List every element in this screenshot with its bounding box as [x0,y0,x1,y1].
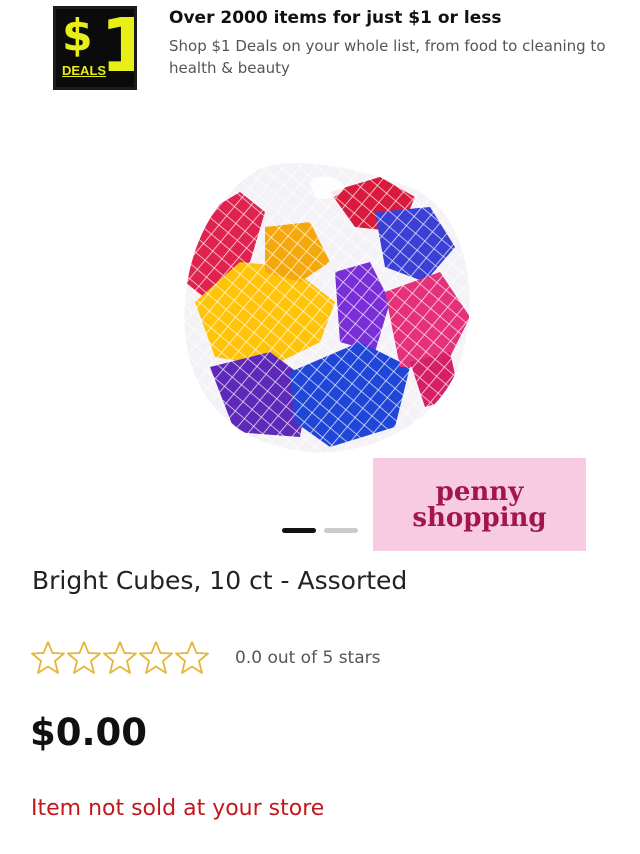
star-outline-icon [67,641,101,674]
watermark-line-2: shopping [412,503,547,533]
availability-status: Item not sold at your store [31,796,325,821]
product-price: $0.00 [30,711,148,754]
promo-banner[interactable]: $ 1 DEALS Over 2000 items for just $1 or… [0,0,640,100]
logo-dollar-sign: $ [62,10,93,61]
logo-deals-text: DEALS [62,63,107,78]
penny-shopping-watermark: penny shopping [373,458,586,551]
star-outline-icon [139,641,173,674]
product-title: Bright Cubes, 10 ct - Assorted [32,566,408,595]
image-carousel-dots[interactable] [282,528,362,534]
watermark-line-1: penny [435,477,524,507]
star-outline-icon [103,641,137,674]
promo-title[interactable]: Over 2000 items for just $1 or less [169,8,501,28]
star-outline-icon [175,641,209,674]
star-rating[interactable] [30,640,220,678]
product-rating[interactable]: 0.0 out of 5 stars [30,640,450,678]
promo-description: Shop $1 Deals on your whole list, from f… [169,37,606,77]
carousel-dot[interactable] [324,528,358,533]
product-image[interactable] [170,152,480,467]
dollar-deals-logo: $ 1 DEALS [53,6,137,90]
rating-text[interactable]: 0.0 out of 5 stars [235,648,380,668]
carousel-dot-active[interactable] [282,528,316,533]
star-outline-icon [31,641,65,674]
